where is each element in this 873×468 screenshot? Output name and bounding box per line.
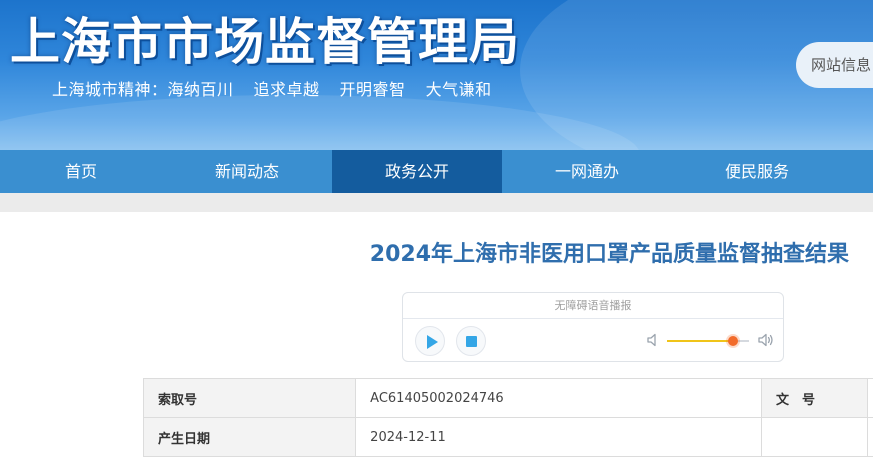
slogan-prefix: 上海城市精神： [52,80,168,99]
audio-player-label: 无障碍语音播报 [403,293,783,319]
table-row: 索取号 AC61405002024746 文 号 [142,378,873,418]
city-slogan: 上海城市精神：海纳百川 追求卓越 开明睿智 大气谦和 [52,76,512,100]
audio-player: 无障碍语音播报 [402,292,784,362]
volume-slider-handle[interactable] [727,336,738,346]
play-icon [427,335,438,349]
volume-slider-fill [667,340,733,342]
slogan-item: 开明睿智 [339,80,406,99]
audio-player-controls [403,319,783,362]
meta-key-date: 产生日期 [142,417,357,457]
meta-value-index-number: AC61405002024746 [355,378,763,418]
meta-key-index-number: 索取号 [142,378,357,418]
site-info-button[interactable]: 网站信息 [796,42,873,88]
meta-value-document-number [867,378,873,418]
nav-item-one-stop-service[interactable]: 一网通办 [502,150,672,193]
main-nav: 首页 新闻动态 政务公开 一网通办 便民服务 [0,150,873,193]
volume-slider[interactable] [667,336,749,346]
nav-item-government-affairs[interactable]: 政务公开 [332,150,502,193]
meta-key-document-number: 文 号 [761,378,868,418]
stop-icon [466,336,477,347]
play-button[interactable] [415,326,445,356]
meta-value-date: 2024-12-11 [355,417,763,457]
volume-low-icon[interactable] [645,331,663,349]
nav-item-news[interactable]: 新闻动态 [162,150,332,193]
content-divider [0,193,873,212]
slogan-item: 海纳百川 [167,80,234,99]
meta-empty-cell [761,417,868,457]
slogan-item: 大气谦和 [425,80,492,99]
stop-button[interactable] [456,326,486,356]
article-title: 2024年上海市非医用口罩产品质量监督抽查结果 [369,242,849,267]
nav-item-public-services[interactable]: 便民服务 [672,150,842,193]
document-meta-table: 索取号 AC61405002024746 文 号 产生日期 2024-12-11 [142,378,873,457]
header-banner: 上海市市场监督管理局 上海城市精神：海纳百川 追求卓越 开明睿智 大气谦和 网站信息 [0,0,873,150]
site-title[interactable]: 上海市市场监督管理局 [10,2,520,74]
nav-item-home[interactable]: 首页 [0,150,162,193]
meta-empty-cell [867,417,873,457]
volume-high-icon[interactable] [757,331,775,349]
table-row: 产生日期 2024-12-11 [142,417,873,457]
slogan-item: 追求卓越 [253,80,320,99]
